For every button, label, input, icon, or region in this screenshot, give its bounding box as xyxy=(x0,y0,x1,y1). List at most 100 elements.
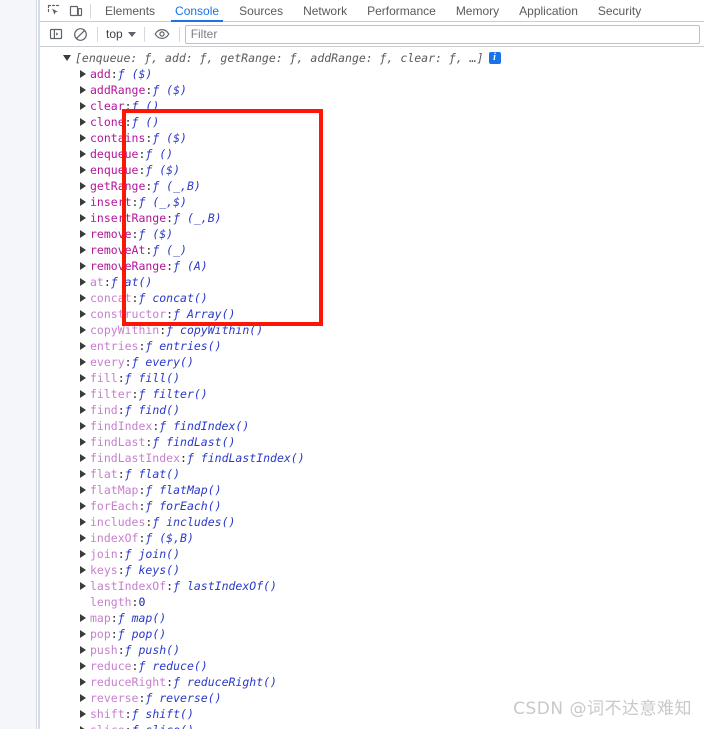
console-property-row[interactable]: join: ƒ join() xyxy=(40,546,704,562)
console-property-row[interactable]: concat: ƒ concat() xyxy=(40,290,704,306)
console-property-row[interactable]: slice: ƒ slice() xyxy=(40,722,704,729)
expand-triangle-icon[interactable] xyxy=(78,226,88,242)
inspect-element-icon[interactable] xyxy=(43,1,65,21)
console-property-row[interactable]: dequeue: ƒ () xyxy=(40,146,704,162)
console-property-row[interactable]: insertRange: ƒ (_,B) xyxy=(40,210,704,226)
console-sidebar-icon[interactable] xyxy=(44,23,68,45)
expand-triangle-icon[interactable] xyxy=(78,82,88,98)
device-toolbar-icon[interactable] xyxy=(65,1,87,21)
tab-application[interactable]: Application xyxy=(509,1,588,21)
console-property-row[interactable]: map: ƒ map() xyxy=(40,610,704,626)
expand-triangle-icon[interactable] xyxy=(78,674,88,690)
expand-triangle-icon[interactable] xyxy=(78,530,88,546)
expand-triangle-icon[interactable] xyxy=(78,130,88,146)
console-property-row[interactable]: clear: ƒ () xyxy=(40,98,704,114)
console-property-row[interactable]: at: ƒ at() xyxy=(40,274,704,290)
tab-console[interactable]: Console xyxy=(165,1,229,22)
expand-triangle-icon[interactable] xyxy=(78,306,88,322)
expand-triangle-icon[interactable] xyxy=(78,370,88,386)
console-property-row[interactable]: findIndex: ƒ findIndex() xyxy=(40,418,704,434)
console-property-row[interactable]: filter: ƒ filter() xyxy=(40,386,704,402)
console-property-row[interactable]: findLast: ƒ findLast() xyxy=(40,434,704,450)
expand-triangle-icon[interactable] xyxy=(78,258,88,274)
expand-triangle-icon[interactable] xyxy=(78,418,88,434)
tab-network[interactable]: Network xyxy=(293,1,357,21)
expand-triangle-icon[interactable] xyxy=(78,498,88,514)
console-property-row[interactable]: clone: ƒ () xyxy=(40,114,704,130)
expand-triangle-icon[interactable] xyxy=(78,626,88,642)
console-property-row[interactable]: flatMap: ƒ flatMap() xyxy=(40,482,704,498)
expand-triangle-icon[interactable] xyxy=(78,610,88,626)
expand-triangle-icon[interactable] xyxy=(78,274,88,290)
console-property-row[interactable]: enqueue: ƒ ($) xyxy=(40,162,704,178)
filter-input[interactable] xyxy=(184,24,700,44)
expand-triangle-icon[interactable] xyxy=(78,546,88,562)
expand-triangle-icon[interactable] xyxy=(78,434,88,450)
expand-triangle-icon[interactable] xyxy=(78,178,88,194)
console-property-row[interactable]: flat: ƒ flat() xyxy=(40,466,704,482)
console-property-row[interactable]: reduceRight: ƒ reduceRight() xyxy=(40,674,704,690)
console-property-row[interactable]: removeAt: ƒ (_) xyxy=(40,242,704,258)
expand-triangle-icon[interactable] xyxy=(78,722,88,729)
expand-triangle-icon[interactable] xyxy=(78,162,88,178)
expand-triangle-icon[interactable] xyxy=(78,338,88,354)
console-property-row[interactable]: push: ƒ push() xyxy=(40,642,704,658)
console-property-row[interactable]: constructor: ƒ Array() xyxy=(40,306,704,322)
expand-triangle-icon[interactable] xyxy=(78,194,88,210)
execution-context-selector[interactable]: top xyxy=(103,24,139,44)
expand-triangle-icon[interactable] xyxy=(78,562,88,578)
expand-triangle-icon[interactable] xyxy=(78,146,88,162)
expand-triangle-icon[interactable] xyxy=(78,450,88,466)
tab-memory[interactable]: Memory xyxy=(446,1,509,21)
expand-triangle-icon[interactable] xyxy=(78,354,88,370)
tab-security[interactable]: Security xyxy=(588,1,651,21)
expand-triangle-icon[interactable] xyxy=(78,386,88,402)
console-property-row[interactable]: findLastIndex: ƒ findLastIndex() xyxy=(40,450,704,466)
tab-performance[interactable]: Performance xyxy=(357,1,446,21)
tab-elements[interactable]: Elements xyxy=(95,1,165,21)
console-property-row[interactable]: fill: ƒ fill() xyxy=(40,370,704,386)
expand-triangle-icon[interactable] xyxy=(78,402,88,418)
console-property-row[interactable]: copyWithin: ƒ copyWithin() xyxy=(40,322,704,338)
console-property-row[interactable]: indexOf: ƒ ($,B) xyxy=(40,530,704,546)
console-property-row[interactable]: reduce: ƒ reduce() xyxy=(40,658,704,674)
info-badge[interactable]: i xyxy=(488,52,501,64)
expand-triangle-icon[interactable] xyxy=(78,322,88,338)
console-root-line[interactable]: [enqueue: ƒ, add: ƒ, getRange: ƒ, addRan… xyxy=(40,50,704,66)
expand-triangle-icon[interactable] xyxy=(78,482,88,498)
console-property-row[interactable]: find: ƒ find() xyxy=(40,402,704,418)
console-property-row[interactable]: forEach: ƒ forEach() xyxy=(40,498,704,514)
expand-triangle-icon[interactable] xyxy=(78,290,88,306)
expand-triangle-icon[interactable] xyxy=(78,578,88,594)
expand-triangle-icon[interactable] xyxy=(78,514,88,530)
console-property-row[interactable]: remove: ƒ ($) xyxy=(40,226,704,242)
console-property-row[interactable]: includes: ƒ includes() xyxy=(40,514,704,530)
console-property-row[interactable]: insert: ƒ (_,$) xyxy=(40,194,704,210)
clear-console-icon[interactable] xyxy=(68,23,92,45)
console-property-row[interactable]: contains: ƒ ($) xyxy=(40,130,704,146)
console-property-row[interactable]: length: 0 xyxy=(40,594,704,610)
expand-triangle-icon[interactable] xyxy=(78,210,88,226)
console-property-row[interactable]: keys: ƒ keys() xyxy=(40,562,704,578)
console-property-row[interactable]: entries: ƒ entries() xyxy=(40,338,704,354)
expand-triangle-icon[interactable] xyxy=(78,690,88,706)
expand-triangle-icon[interactable] xyxy=(78,642,88,658)
expand-triangle-icon[interactable] xyxy=(78,242,88,258)
expand-triangle-icon[interactable] xyxy=(78,66,88,82)
console-property-row[interactable]: lastIndexOf: ƒ lastIndexOf() xyxy=(40,578,704,594)
console-output[interactable]: [enqueue: ƒ, add: ƒ, getRange: ƒ, addRan… xyxy=(40,47,704,729)
live-expression-eye-icon[interactable] xyxy=(150,23,174,45)
console-property-row[interactable]: getRange: ƒ (_,B) xyxy=(40,178,704,194)
expand-triangle-icon[interactable] xyxy=(78,114,88,130)
collapse-triangle-icon[interactable] xyxy=(62,50,72,66)
expand-triangle-icon[interactable] xyxy=(78,98,88,114)
console-property-row[interactable]: pop: ƒ pop() xyxy=(40,626,704,642)
console-property-row[interactable]: addRange: ƒ ($) xyxy=(40,82,704,98)
expand-triangle-icon[interactable] xyxy=(78,706,88,722)
console-property-row[interactable]: add: ƒ ($) xyxy=(40,66,704,82)
console-property-row[interactable]: removeRange: ƒ (A) xyxy=(40,258,704,274)
console-property-row[interactable]: every: ƒ every() xyxy=(40,354,704,370)
expand-triangle-icon[interactable] xyxy=(78,466,88,482)
tab-sources[interactable]: Sources xyxy=(229,1,293,21)
expand-triangle-icon[interactable] xyxy=(78,658,88,674)
